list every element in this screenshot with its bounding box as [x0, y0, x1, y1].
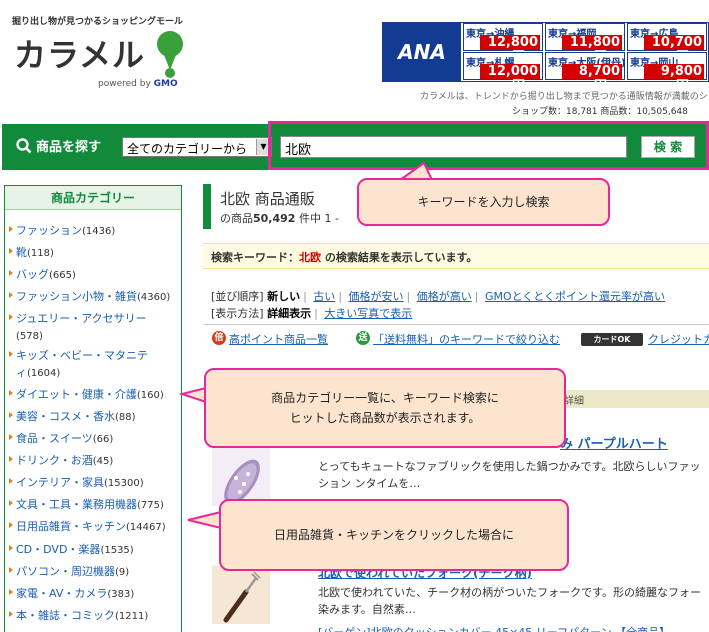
- callout-kitchen-click: 日用品雑貨・キッチンをクリックした場合に: [219, 499, 569, 571]
- callout-keyword-search: キーワードを入力し検索: [357, 178, 610, 226]
- callout-category-counts: 商品カテゴリー一覧に、キーワード検索に ヒットした商品数が表示されます。: [204, 368, 566, 448]
